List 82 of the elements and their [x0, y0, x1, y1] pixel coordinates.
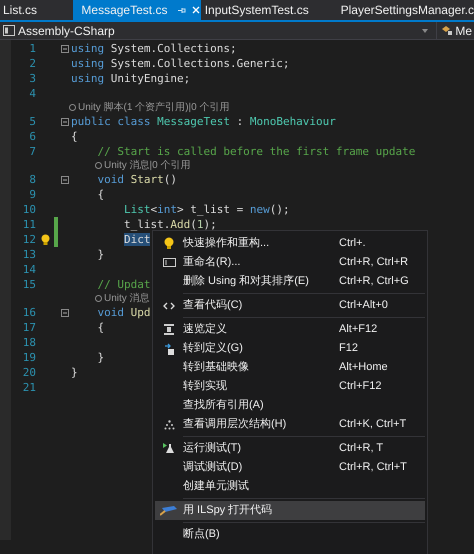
line-number: 18 [22, 335, 36, 350]
code-line: } [96, 247, 104, 262]
line-number: 16 [22, 305, 36, 320]
pin-icon[interactable] [177, 6, 186, 14]
member-icon [441, 25, 454, 36]
line-number: 10 [22, 202, 36, 217]
code-line: } [96, 350, 104, 365]
menu-item[interactable]: 查找所有引用(A) [155, 396, 425, 415]
rename-icon [162, 258, 176, 267]
menu-item[interactable]: 快速操作和重构... Ctrl+. [155, 234, 425, 253]
editor-tab[interactable]: MessageTest.cs [73, 0, 201, 20]
flask-icon [163, 443, 175, 454]
codelens-text[interactable]: Unity 脚本(1 个资产引用)|0 个引用 [78, 101, 230, 114]
menu-item[interactable]: 查看调用层次结构(H) Ctrl+K, Ctrl+T [155, 415, 425, 434]
line-number: 12 [22, 232, 36, 247]
member-dropdown[interactable]: Me [455, 22, 474, 40]
line-number: 20 [22, 365, 36, 380]
menu-item[interactable]: 断点(B) [155, 525, 425, 544]
dropdown-caret-icon[interactable] [422, 28, 428, 32]
line-number: 2 [28, 56, 36, 71]
menu-item[interactable]: 创建单元测试 [155, 477, 425, 496]
line-number: 15 [22, 277, 36, 292]
line-number: 11 [22, 217, 36, 232]
hierarchy-icon [164, 420, 174, 430]
line-number: 8 [28, 172, 36, 187]
unity-icon [95, 162, 102, 169]
go-to-definition-icon [164, 342, 174, 354]
code-line: t_list.Add(1); [122, 217, 217, 232]
code-line: } [71, 365, 78, 380]
collapse-icon[interactable] [60, 308, 68, 316]
line-number: 21 [22, 380, 36, 395]
code-line: using UnityEngine; [71, 71, 190, 86]
code-line: { [96, 320, 104, 335]
code-line: { [96, 187, 104, 202]
collapse-icon[interactable] [60, 176, 68, 184]
code-line: List<int> t_list = new(); [122, 202, 290, 217]
collapse-icon[interactable] [60, 44, 68, 52]
collapse-icon[interactable] [60, 118, 68, 126]
unity-icon [95, 295, 102, 302]
menu-item[interactable]: 转到定义(G) F12 [155, 339, 425, 358]
line-number: 6 [28, 129, 36, 144]
code-line: using System.Collections.Generic; [71, 56, 290, 71]
line-number: 1 [28, 41, 36, 56]
menu-item[interactable]: 删除 Using 和对其排序(E) Ctrl+R, Ctrl+G [155, 272, 425, 291]
line-number: 19 [22, 350, 36, 365]
line-number: 9 [28, 187, 36, 202]
code-line: void Start() [96, 172, 177, 187]
code-icon [163, 302, 175, 310]
ilspy-icon [160, 505, 178, 516]
editor-tab[interactable]: InputSystemTest.cs [200, 0, 341, 20]
editor-tab[interactable]: PlayerSettingsManager.c [340, 0, 474, 20]
menu-item[interactable]: 重命名(R)... Ctrl+R, Ctrl+R [155, 253, 425, 272]
code-line: void Upd [96, 305, 150, 320]
line-number: 4 [28, 86, 36, 101]
line-number: 17 [22, 320, 36, 335]
project-dropdown[interactable]: Assembly-CSharp [18, 22, 115, 40]
line-number: 5 [28, 114, 36, 129]
line-number: 13 [22, 247, 36, 262]
menu-item[interactable]: 运行测试(T) Ctrl+R, T [155, 439, 425, 458]
menu-item[interactable]: 查看代码(C) Ctrl+Alt+0 [155, 296, 425, 315]
code-line: public class MessageTest : MonoBehaviour [71, 114, 336, 129]
code-line: { [71, 129, 78, 144]
line-number: 3 [28, 71, 36, 86]
code-line: using System.Collections; [71, 41, 237, 56]
menu-item[interactable]: 转到基础映像 Alt+Home [155, 358, 425, 377]
menu-item[interactable]: 速览定义 Alt+F12 [155, 320, 425, 339]
menu-item[interactable]: 用 ILSpy 打开代码 [155, 501, 425, 520]
code-line: // Start is called before the first frame update [96, 144, 416, 159]
lightbulb-icon [164, 237, 174, 250]
line-number: 7 [28, 144, 36, 159]
editor-tab[interactable]: List.cs [0, 0, 74, 20]
unity-icon [69, 104, 76, 111]
lightbulb-icon[interactable] [41, 234, 50, 246]
menu-item[interactable]: 转到实现 Ctrl+F12 [155, 377, 425, 396]
close-icon[interactable] [192, 6, 200, 14]
codelens-text[interactable]: Unity 消息|0 个引用 [104, 159, 190, 172]
line-number: 14 [22, 262, 36, 277]
code-line: // Updat [96, 277, 150, 292]
menu-item[interactable]: 调试测试(D) Ctrl+R, Ctrl+T [155, 458, 425, 477]
peek-icon [164, 324, 174, 335]
project-icon [3, 25, 15, 36]
codelens-text[interactable]: Unity 消息 [104, 292, 150, 305]
